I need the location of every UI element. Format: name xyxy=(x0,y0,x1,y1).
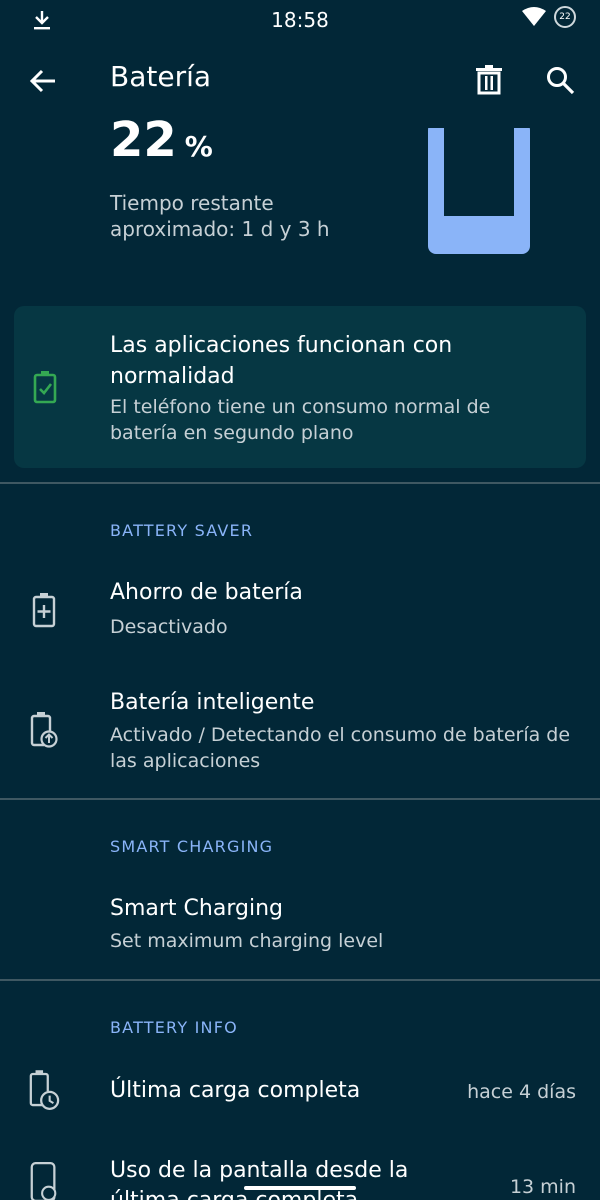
search-icon xyxy=(547,67,575,95)
trash-icon xyxy=(476,65,502,95)
section-header-battery-saver: BATTERY SAVER xyxy=(110,521,254,540)
section-header-battery-info: BATTERY INFO xyxy=(110,1018,238,1037)
wifi-icon xyxy=(522,7,546,26)
delete-button[interactable] xyxy=(472,62,506,98)
screen-usage-item[interactable]: Uso de la pantalla desde la última carga… xyxy=(0,1150,600,1200)
item-value: hace 4 días xyxy=(467,1081,576,1103)
battery-check-icon xyxy=(33,371,57,404)
divider xyxy=(0,482,600,484)
page-title: Batería xyxy=(110,60,212,93)
battery-adaptive-icon xyxy=(28,710,60,750)
app-bar: Batería xyxy=(0,40,600,122)
status-time: 18:58 xyxy=(271,8,329,32)
battery-plus-icon xyxy=(28,590,60,630)
divider xyxy=(0,979,600,981)
download-icon xyxy=(34,11,50,30)
status-bar: 18:58 22 xyxy=(0,0,600,40)
battery-percent-unit: % xyxy=(184,130,213,163)
divider xyxy=(0,798,600,800)
battery-level: 22 % xyxy=(110,112,213,168)
battery-saver-item[interactable]: Ahorro de batería Desactivado xyxy=(0,566,600,664)
tip-subtitle: El teléfono tiene un consumo normal de b… xyxy=(110,396,491,444)
item-summary: Activado / Detectando el consumo de bate… xyxy=(110,724,571,772)
battery-percent-value: 22 xyxy=(110,112,177,168)
status-icons: 22 xyxy=(522,6,576,28)
section-header-smart-charging: SMART CHARGING xyxy=(110,837,274,856)
adaptive-battery-item[interactable]: Batería inteligente Activado / Detectand… xyxy=(0,676,600,792)
status-battery-text: 22 xyxy=(559,12,571,22)
item-summary: Set maximum charging level xyxy=(110,930,384,952)
back-button[interactable] xyxy=(26,64,60,98)
phone-usage-icon xyxy=(28,1162,60,1200)
item-title: Uso de la pantalla desde la última carga… xyxy=(110,1158,409,1200)
back-arrow-icon xyxy=(29,69,55,93)
item-title: Smart Charging xyxy=(110,896,283,921)
item-value: 13 min xyxy=(509,1176,576,1198)
tip-title: Las aplicaciones funcionan con normalida… xyxy=(110,333,453,389)
item-title: Última carga completa xyxy=(110,1078,361,1103)
item-title: Batería inteligente xyxy=(110,690,315,715)
smart-charging-item[interactable]: Smart Charging Set maximum charging leve… xyxy=(0,882,600,972)
remaining-time: Tiempo restante aproximado: 1 d y 3 h xyxy=(110,191,330,241)
battery-circle-icon: 22 xyxy=(554,6,576,28)
battery-graphic-icon xyxy=(428,122,530,254)
battery-tip-card[interactable]: Las aplicaciones funcionan con normalida… xyxy=(14,306,586,468)
search-button[interactable] xyxy=(542,62,578,98)
navigation-handle[interactable] xyxy=(244,1186,356,1190)
battery-clock-icon xyxy=(28,1070,60,1110)
last-full-charge-item[interactable]: Última carga completa hace 4 días xyxy=(0,1060,600,1128)
battery-settings-screen: 18:58 22 Batería 22 % Tiempo restante ap… xyxy=(0,0,600,1200)
item-summary: Desactivado xyxy=(110,616,228,638)
item-title: Ahorro de batería xyxy=(110,580,303,605)
